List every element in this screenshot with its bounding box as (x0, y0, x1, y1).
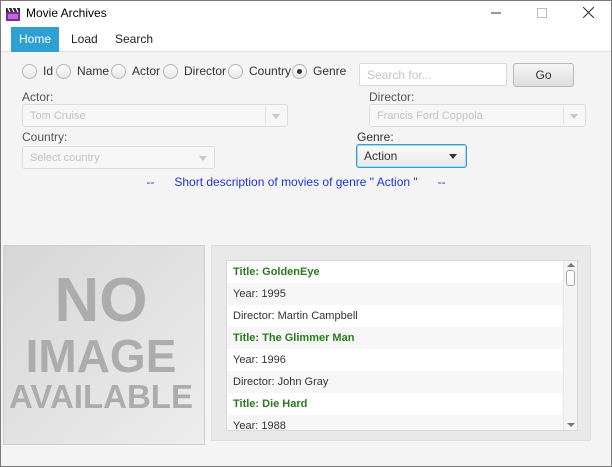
actor-value: Tom Cruise (30, 110, 86, 122)
no-image-placeholder: NO IMAGE AVAILABLE (4, 246, 204, 444)
radio-label: Genre (313, 64, 347, 78)
country-label: Country: (22, 130, 68, 144)
search-input[interactable] (359, 63, 507, 86)
menu-home[interactable]: Home (11, 27, 60, 52)
scroll-down-icon[interactable] (567, 423, 575, 427)
bottom-strip (1, 445, 611, 466)
menu-load[interactable]: Load (63, 27, 106, 52)
radio-button[interactable] (163, 63, 178, 79)
minimize-icon (491, 7, 501, 21)
maximize-icon (537, 7, 547, 21)
clapperboard-icon (5, 6, 21, 22)
no-image-line-3: AVAILABLE (9, 378, 193, 415)
country-combobox[interactable]: Select country (22, 146, 215, 169)
radio-genre[interactable]: Genre (292, 63, 346, 79)
close-button[interactable] (565, 1, 611, 27)
director-combobox[interactable]: Francis Ford Coppola (369, 104, 586, 127)
radio-button[interactable] (228, 63, 243, 79)
chevron-down-icon (199, 156, 207, 161)
genre-description: -- Short description of movies of genre … (146, 175, 446, 189)
radio-label: Director (184, 64, 227, 78)
chevron-down-icon (449, 154, 457, 159)
title-bar[interactable]: Movie Archives (1, 1, 611, 27)
genre-combobox[interactable]: Action (356, 144, 467, 168)
list-item[interactable]: Director: Martin Campbell (227, 305, 563, 327)
movie-list[interactable]: Title: GoldenEye Year: 1995 Director: Ma… (226, 260, 578, 431)
list-item[interactable]: Year: 1988 (227, 415, 563, 430)
radio-director[interactable]: Director (163, 63, 226, 79)
go-button[interactable]: Go (513, 63, 574, 87)
chevron-down-icon (570, 114, 578, 119)
list-item[interactable]: Director: John Gray (227, 371, 563, 393)
minimize-button[interactable] (473, 1, 519, 27)
no-image-line-1: NO (55, 266, 148, 335)
radio-id[interactable]: Id (22, 63, 53, 79)
chevron-down-icon (272, 114, 280, 119)
scroll-up-icon[interactable] (567, 263, 575, 267)
combo-divider (563, 107, 564, 124)
radio-label: Country (249, 64, 292, 78)
list-item[interactable]: Title: Die Hard (227, 393, 563, 415)
country-placeholder: Select country (30, 152, 100, 164)
close-icon (582, 6, 594, 21)
radio-name[interactable]: Name (56, 63, 109, 79)
maximize-button[interactable] (519, 1, 565, 27)
movie-poster: NO IMAGE AVAILABLE (3, 245, 205, 445)
scroll-thumb[interactable] (566, 270, 575, 286)
list-item[interactable]: Title: The Glimmer Man (227, 327, 563, 349)
window-title: Movie Archives (26, 6, 107, 20)
actor-label: Actor: (22, 90, 54, 104)
radio-country[interactable]: Country (228, 63, 291, 79)
radio-button-selected[interactable] (292, 63, 307, 79)
movie-list-panel: Title: GoldenEye Year: 1995 Director: Ma… (211, 245, 591, 441)
radio-button[interactable] (56, 63, 71, 79)
list-item[interactable]: Year: 1996 (227, 349, 563, 371)
genre-value: Action (364, 149, 398, 163)
no-image-line-2: IMAGE (26, 330, 177, 382)
list-item[interactable]: Title: GoldenEye (227, 261, 563, 283)
combo-divider (265, 107, 266, 124)
radio-label: Name (77, 64, 110, 78)
director-value: Francis Ford Coppola (377, 110, 483, 122)
list-item[interactable]: Year: 1995 (227, 283, 563, 305)
actor-combobox[interactable]: Tom Cruise (22, 104, 288, 127)
radio-actor[interactable]: Actor (111, 63, 160, 79)
menu-bar: Home Load Search (1, 27, 611, 52)
radio-button[interactable] (111, 63, 126, 79)
menu-search[interactable]: Search (107, 27, 161, 52)
radio-button[interactable] (22, 63, 37, 79)
radio-label: Id (43, 64, 54, 78)
vertical-scrollbar[interactable] (563, 261, 577, 430)
radio-label: Actor (132, 64, 161, 78)
director-label: Director: (369, 90, 415, 104)
app-window: Movie Archives Home Load Search Id Name (0, 0, 612, 467)
genre-label: Genre: (357, 130, 394, 144)
